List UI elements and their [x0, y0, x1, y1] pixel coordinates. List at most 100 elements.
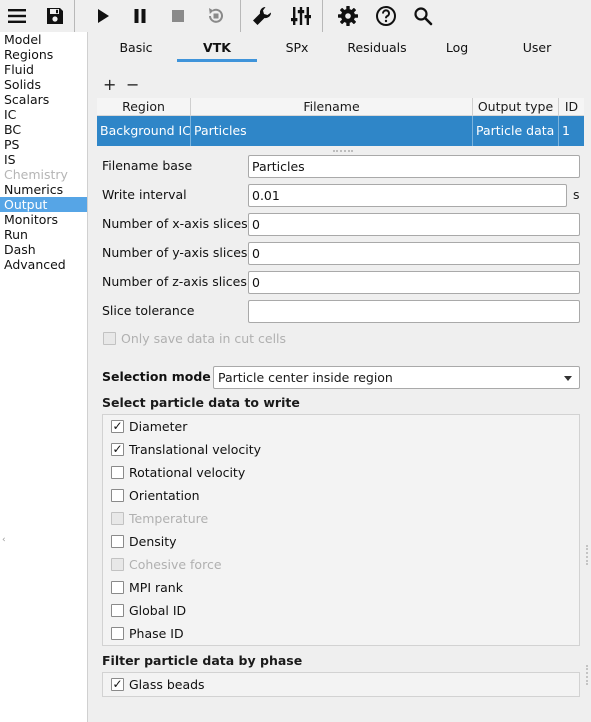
cohesive-force-checkbox	[111, 558, 124, 571]
selection-mode-label: Selection mode	[102, 369, 211, 384]
temperature-label: Temperature	[129, 511, 209, 526]
cut-cells-label: Only save data in cut cells	[121, 331, 287, 346]
slice-tolerance-label: Slice tolerance	[102, 303, 195, 318]
play-icon[interactable]	[86, 0, 120, 32]
output-table: Region Filename Output type ID Backgroun…	[97, 98, 584, 146]
cell-filename: Particles	[191, 116, 473, 146]
help-icon[interactable]	[369, 0, 403, 32]
particle-data-group: ✓ Diameter ✓ Translational velocity Rota…	[102, 414, 580, 646]
sidebar-item-advanced[interactable]: Advanced	[0, 257, 87, 272]
right-splitter-handle[interactable]	[586, 545, 588, 565]
sidebar-item-chemistry: Chemistry	[4, 167, 68, 182]
sliders-icon[interactable]	[284, 0, 318, 32]
selection-mode-value: Particle center inside region	[218, 370, 393, 385]
toolbar-separator	[74, 0, 75, 32]
menu-icon[interactable]	[0, 0, 34, 32]
sidebar-item-is[interactable]: IS	[0, 152, 87, 167]
y-slices-input[interactable]: 0	[248, 242, 580, 265]
sidebar-item-regions[interactable]: Regions	[0, 47, 87, 62]
column-header-filename[interactable]: Filename	[191, 98, 473, 116]
slice-tolerance-input[interactable]	[248, 300, 580, 323]
splitter-handle-icon[interactable]: ‹	[2, 535, 6, 545]
sidebar-item-fluid[interactable]: Fluid	[0, 62, 87, 77]
rotational-velocity-checkbox[interactable]	[111, 466, 124, 479]
right-splitter-handle-lower[interactable]	[586, 665, 588, 685]
active-tab-indicator	[177, 59, 257, 62]
add-button[interactable]: +	[103, 77, 116, 93]
tab-log[interactable]: Log	[417, 32, 497, 62]
orientation-checkbox[interactable]	[111, 489, 124, 502]
diameter-label[interactable]: Diameter	[129, 419, 187, 435]
translational-velocity-label[interactable]: Translational velocity	[129, 442, 261, 458]
tab-spx[interactable]: SPx	[257, 32, 337, 62]
z-slices-label: Number of z-axis slices	[102, 274, 247, 289]
glass-beads-checkbox[interactable]: ✓	[111, 678, 124, 691]
phase-id-label[interactable]: Phase ID	[129, 626, 184, 642]
cell-output-type: Particle data	[473, 116, 559, 146]
toolbar-separator	[240, 0, 241, 32]
x-slices-label: Number of x-axis slices	[102, 216, 248, 231]
output-panel: Basic VTK SPx Residuals Log User + − Reg…	[88, 32, 591, 722]
sidebar-item-dash[interactable]: Dash	[0, 242, 87, 257]
column-header-id[interactable]: ID	[559, 98, 584, 116]
mpi-rank-label[interactable]: MPI rank	[129, 580, 183, 596]
temperature-checkbox	[111, 512, 124, 525]
filename-base-label: Filename base	[102, 158, 193, 173]
sidebar-item-solids[interactable]: Solids	[0, 77, 87, 92]
tab-vtk[interactable]: VTK	[177, 32, 257, 62]
cut-cells-checkbox	[103, 332, 116, 345]
cell-region: Background IC	[97, 116, 191, 146]
tab-residuals[interactable]: Residuals	[337, 32, 417, 62]
mpi-rank-checkbox[interactable]	[111, 581, 124, 594]
density-label[interactable]: Density	[129, 534, 177, 550]
y-slices-label: Number of y-axis slices	[102, 245, 248, 260]
phase-id-checkbox[interactable]	[111, 627, 124, 640]
density-checkbox[interactable]	[111, 535, 124, 548]
reset-icon[interactable]	[199, 0, 233, 32]
sidebar-item-ic[interactable]: IC	[0, 107, 87, 122]
selection-mode-dropdown[interactable]: Particle center inside region	[213, 366, 580, 389]
orientation-label[interactable]: Orientation	[129, 488, 200, 504]
cell-id: 1	[562, 123, 570, 138]
particle-data-title: Select particle data to write	[102, 395, 300, 410]
filename-base-input[interactable]: Particles	[248, 155, 580, 178]
column-header-region[interactable]: Region	[97, 98, 191, 116]
wrench-icon[interactable]	[245, 0, 279, 32]
global-id-checkbox[interactable]	[111, 604, 124, 617]
toolbar-separator	[322, 0, 323, 32]
z-slices-input[interactable]: 0	[248, 271, 580, 294]
translational-velocity-checkbox[interactable]: ✓	[111, 443, 124, 456]
search-icon[interactable]	[406, 0, 440, 32]
sidebar-item-ps[interactable]: PS	[0, 137, 87, 152]
x-slices-input[interactable]: 0	[248, 213, 580, 236]
glass-beads-label[interactable]: Glass beads	[129, 677, 205, 693]
cohesive-force-label: Cohesive force	[129, 557, 222, 572]
rotational-velocity-label[interactable]: Rotational velocity	[129, 465, 245, 481]
sidebar-item-run[interactable]: Run	[0, 227, 87, 242]
tab-user[interactable]: User	[497, 32, 577, 62]
sidebar-item-scalars[interactable]: Scalars	[0, 92, 87, 107]
sidebar-nav: Model Regions Fluid Solids Scalars IC BC…	[0, 32, 88, 722]
write-interval-unit: s	[573, 187, 580, 202]
write-interval-label: Write interval	[102, 187, 187, 202]
table-splitter-handle[interactable]	[333, 150, 353, 153]
sidebar-item-numerics[interactable]: Numerics	[0, 182, 87, 197]
chevron-down-icon	[564, 376, 572, 381]
pause-icon[interactable]	[123, 0, 157, 32]
write-interval-input[interactable]: 0.01	[248, 184, 567, 207]
global-id-label[interactable]: Global ID	[129, 603, 186, 619]
stop-icon[interactable]	[161, 0, 195, 32]
remove-button[interactable]: −	[126, 77, 139, 93]
save-icon[interactable]	[38, 0, 72, 32]
toolbar	[0, 0, 591, 32]
phase-filter-group: ✓ Glass beads	[102, 672, 580, 697]
table-row[interactable]: Background IC Particles Particle data 1	[97, 116, 584, 146]
column-header-output-type[interactable]: Output type	[473, 98, 559, 116]
gear-icon[interactable]	[331, 0, 365, 32]
diameter-checkbox[interactable]: ✓	[111, 420, 124, 433]
tab-basic[interactable]: Basic	[96, 32, 176, 62]
sidebar-item-model[interactable]: Model	[0, 32, 87, 47]
sidebar-item-bc[interactable]: BC	[0, 122, 87, 137]
sidebar-item-monitors[interactable]: Monitors	[0, 212, 87, 227]
sidebar-item-output[interactable]: Output	[0, 197, 87, 212]
